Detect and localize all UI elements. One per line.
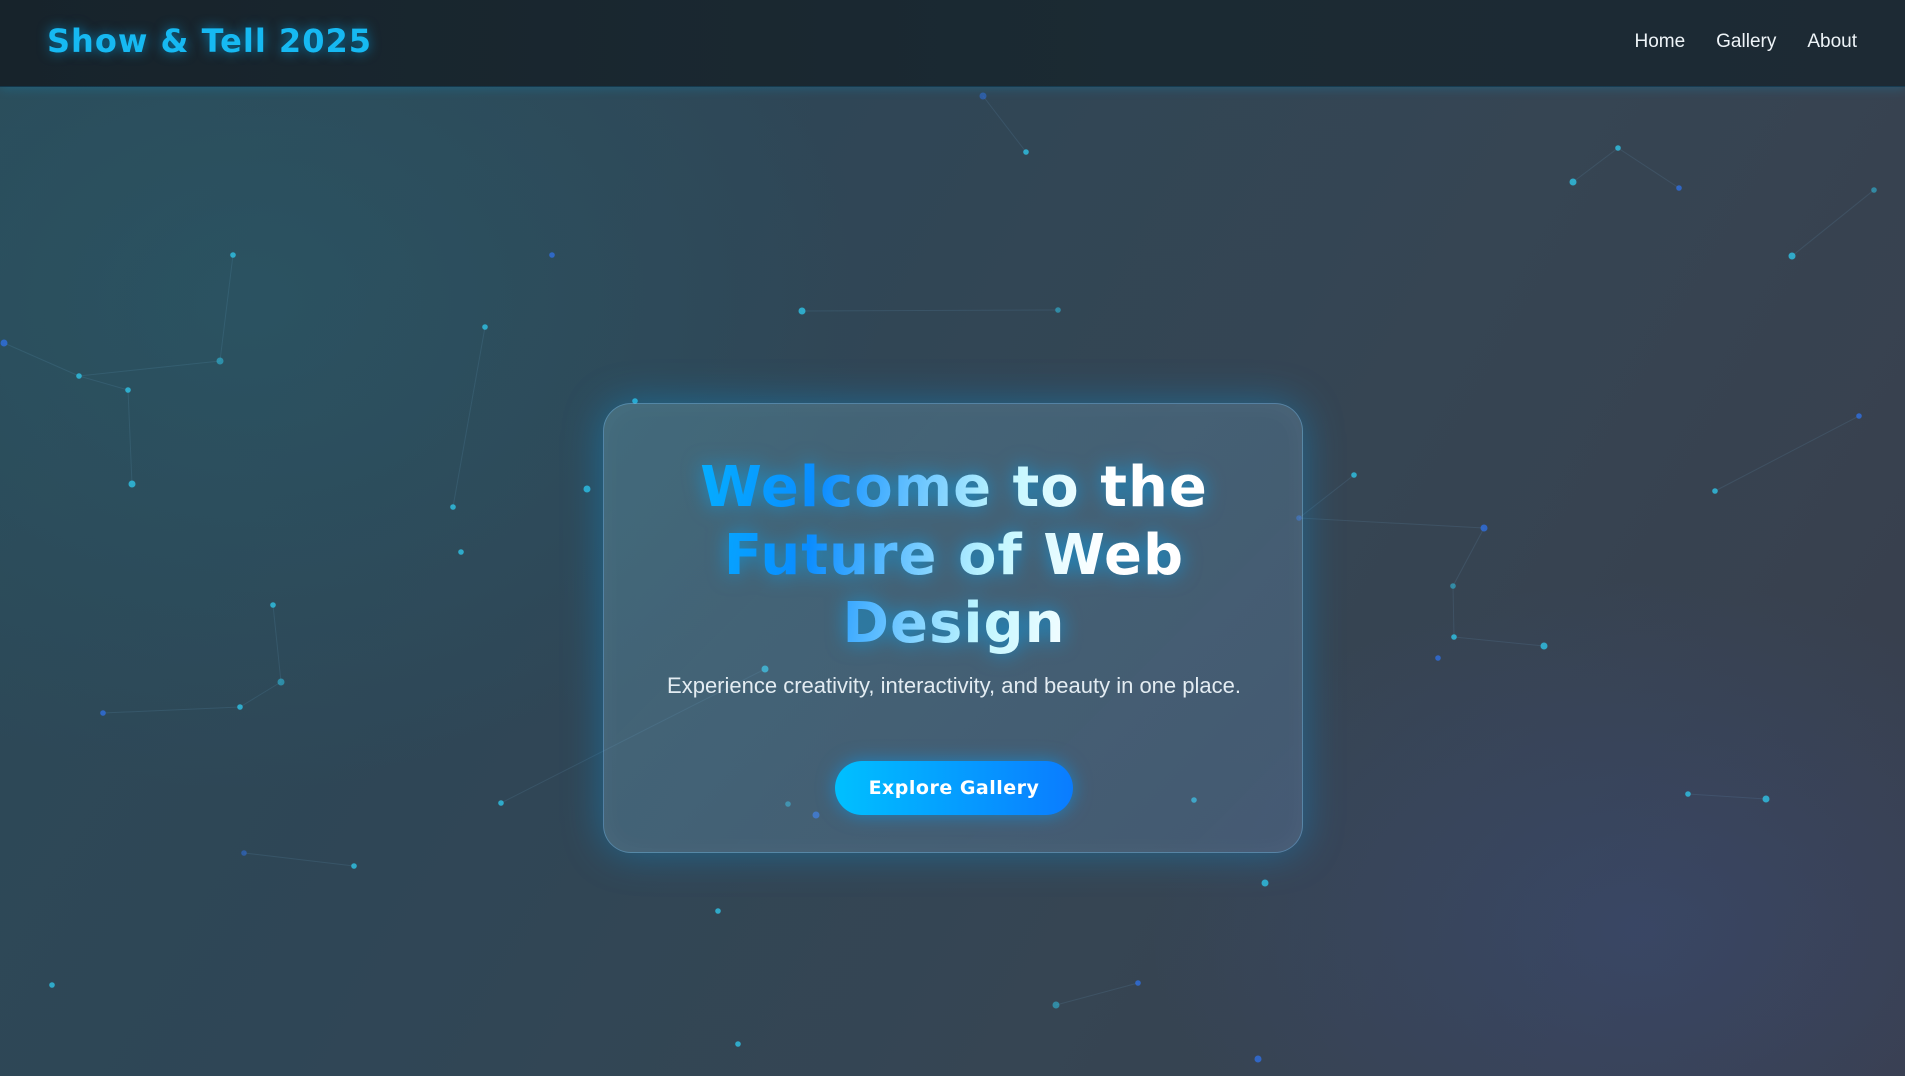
particle-dot xyxy=(1712,488,1718,494)
particle-dot xyxy=(351,863,357,869)
particle-dot xyxy=(1540,642,1548,650)
particle-dot xyxy=(1435,655,1441,661)
particle-dot xyxy=(583,485,591,493)
particle-link xyxy=(801,309,1059,312)
particle-dot xyxy=(1450,583,1456,589)
particle-link xyxy=(1298,474,1355,519)
particle-dot xyxy=(1023,149,1029,155)
particle-link xyxy=(78,375,129,391)
particle-link xyxy=(1687,793,1767,800)
particle-dot xyxy=(1615,145,1621,151)
particle-dot xyxy=(1254,1055,1262,1063)
particle-link xyxy=(102,706,241,714)
particle-dot xyxy=(1351,472,1357,478)
particle-dot xyxy=(1676,185,1682,191)
particle-dot xyxy=(241,850,247,856)
particle-link xyxy=(1453,636,1545,647)
nav-link-gallery[interactable]: Gallery xyxy=(1716,31,1776,53)
particle-dot xyxy=(1762,795,1770,803)
nav-links: Home Gallery About xyxy=(1634,31,1857,53)
particle-link xyxy=(1617,147,1680,189)
particle-link xyxy=(452,326,486,508)
nav-link-home[interactable]: Home xyxy=(1634,31,1685,53)
particle-dot xyxy=(1135,980,1141,986)
particle-link xyxy=(1055,982,1139,1006)
particle-dot xyxy=(1788,252,1796,260)
particle-dot xyxy=(458,549,464,555)
particle-dot xyxy=(735,1041,741,1047)
particle-dot xyxy=(1055,307,1061,313)
particle-dot xyxy=(715,908,721,914)
particle-dot xyxy=(798,307,806,315)
particle-dot xyxy=(498,800,504,806)
particle-link xyxy=(272,604,282,683)
particle-dot xyxy=(49,982,55,988)
particle-dot xyxy=(1569,178,1577,186)
particle-dot xyxy=(216,357,224,365)
particle-dot xyxy=(1480,524,1488,532)
particle-dot xyxy=(1052,1001,1060,1009)
particle-dot xyxy=(450,504,456,510)
particle-dot xyxy=(482,324,488,330)
explore-gallery-button[interactable]: Explore Gallery xyxy=(835,761,1073,815)
particle-link xyxy=(3,342,80,377)
particle-dot xyxy=(230,252,236,258)
hero-card: Welcome to the Future of Web Design Expe… xyxy=(603,403,1303,853)
hero-title: Welcome to the Future of Web Design xyxy=(604,454,1304,658)
particle-dot xyxy=(549,252,555,258)
particle-link xyxy=(219,254,234,362)
top-navbar: Show & Tell 2025 Home Gallery About xyxy=(0,0,1905,87)
particle-dot xyxy=(1261,879,1269,887)
particle-dot xyxy=(0,339,8,347)
site-logo-title[interactable]: Show & Tell 2025 xyxy=(47,22,372,60)
particle-link xyxy=(1452,527,1485,587)
particle-dot xyxy=(125,387,131,393)
particle-dot xyxy=(1451,634,1457,640)
particle-dot xyxy=(237,704,243,710)
particle-link xyxy=(1298,517,1485,529)
particle-link xyxy=(239,681,282,708)
particle-dot xyxy=(270,602,276,608)
particle-dot xyxy=(100,710,106,716)
particle-link xyxy=(1714,415,1860,492)
particle-dot xyxy=(277,678,285,686)
particle-link xyxy=(1452,585,1455,638)
particle-dot xyxy=(76,373,82,379)
particle-dot xyxy=(979,92,987,100)
particle-link xyxy=(243,852,355,867)
nav-link-about[interactable]: About xyxy=(1807,31,1857,53)
particle-dot xyxy=(1871,187,1877,193)
particle-dot xyxy=(1856,413,1862,419)
particle-dot xyxy=(128,480,136,488)
particle-link xyxy=(127,389,133,485)
particle-link xyxy=(982,95,1027,153)
hero-subtitle: Experience creativity, interactivity, an… xyxy=(667,673,1241,698)
particle-dot xyxy=(1685,791,1691,797)
particle-link xyxy=(78,360,221,377)
particle-link xyxy=(1791,189,1875,257)
particle-link xyxy=(1572,147,1619,183)
